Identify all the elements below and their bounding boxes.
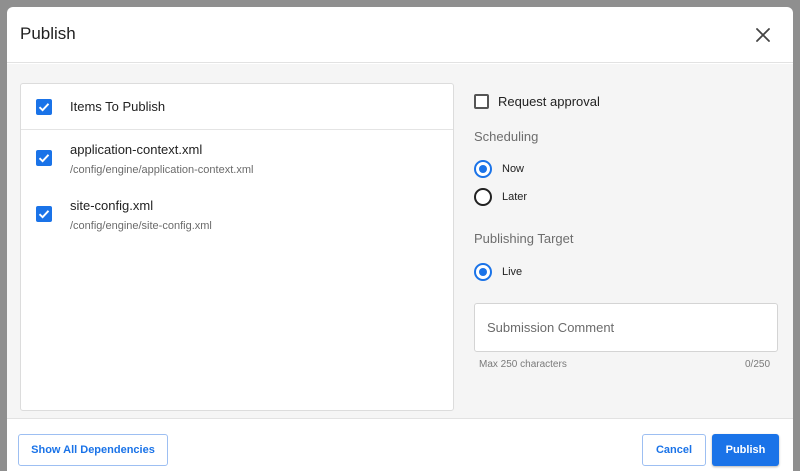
checkmark-icon	[38, 154, 50, 163]
items-panel: Items To Publish application-context.xml…	[20, 83, 454, 411]
item-name: application-context.xml	[70, 142, 203, 157]
items-header: Items To Publish	[21, 84, 453, 130]
submission-comment-field	[474, 303, 778, 352]
item-name: site-config.xml	[70, 198, 154, 213]
target-live-label: Live	[502, 266, 523, 278]
dialog-header: Publish	[7, 7, 793, 63]
select-all-checkbox[interactable]	[36, 99, 52, 115]
scheduling-now-radio[interactable]	[474, 160, 492, 178]
dialog-footer: Show All Dependencies Cancel Publish	[7, 418, 793, 471]
scheduling-later-radio[interactable]	[474, 188, 492, 206]
item-checkbox[interactable]	[36, 150, 52, 166]
item-path: /config/engine/application-context.xml	[70, 164, 254, 176]
dialog-title: Publish	[20, 24, 76, 43]
publishing-target-label: Publishing Target	[474, 231, 574, 246]
scheduling-later-label: Later	[502, 191, 528, 203]
comment-helper-text: Max 250 characters	[479, 359, 567, 370]
request-approval-label: Request approval	[498, 94, 600, 109]
target-live-radio[interactable]	[474, 263, 492, 281]
publish-button[interactable]: Publish	[712, 434, 779, 466]
scheduling-label: Scheduling	[474, 129, 539, 144]
close-icon	[756, 28, 770, 42]
request-approval-checkbox[interactable]	[474, 94, 489, 109]
cancel-button[interactable]: Cancel	[642, 434, 706, 466]
checkmark-icon	[38, 210, 50, 219]
item-checkbox[interactable]	[36, 206, 52, 222]
scheduling-now-label: Now	[502, 163, 525, 175]
submission-comment-input[interactable]	[475, 304, 777, 351]
show-all-dependencies-button[interactable]: Show All Dependencies	[18, 434, 168, 466]
comment-char-count: 0/250	[745, 359, 771, 370]
publish-dialog: Publish Items To Publish application-con…	[7, 7, 793, 471]
close-button[interactable]	[752, 24, 774, 46]
items-header-label: Items To Publish	[70, 99, 166, 114]
dialog-body: Items To Publish application-context.xml…	[7, 64, 793, 418]
checkmark-icon	[38, 103, 50, 112]
item-path: /config/engine/site-config.xml	[70, 220, 212, 232]
